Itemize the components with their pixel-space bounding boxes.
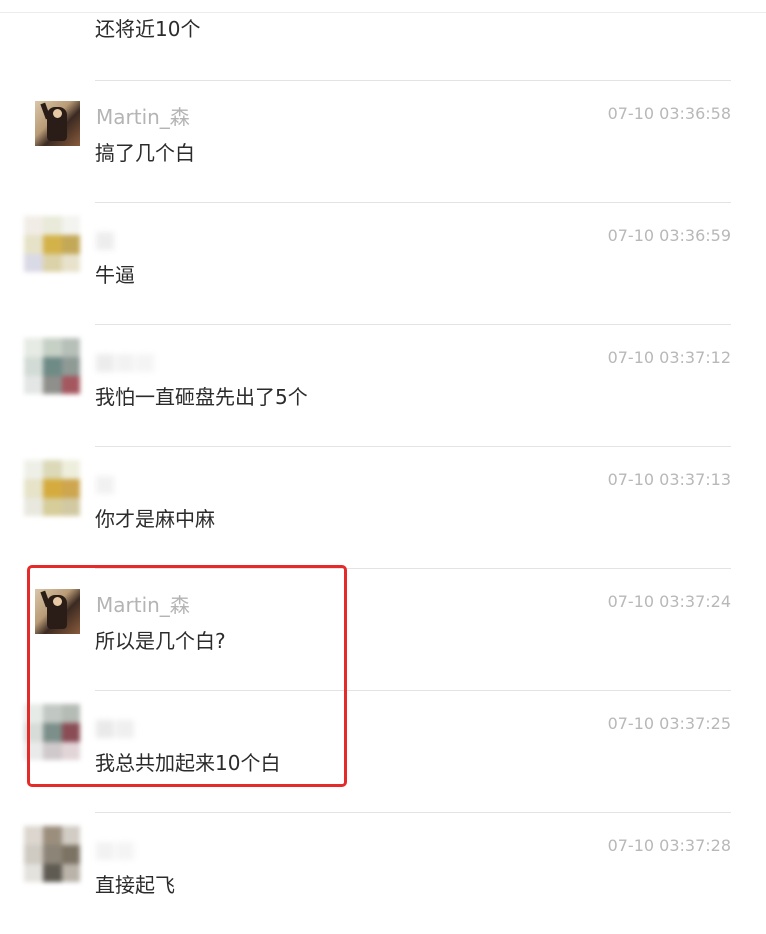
message-content: 你才是麻中麻 <box>95 507 215 531</box>
message-content: 直接起飞 <box>95 873 175 897</box>
user-avatar-blurred[interactable] <box>24 216 80 272</box>
user-avatar-blurred[interactable] <box>24 460 80 516</box>
user-avatar-blurred[interactable] <box>24 826 80 882</box>
comment-item: 07-10 03:36:59 牛逼 <box>0 202 766 324</box>
divider <box>95 446 731 447</box>
timestamp: 07-10 03:37:28 <box>607 836 731 855</box>
username-blurred[interactable] <box>96 476 116 496</box>
comment-item: 07-10 03:37:12 我怕一直砸盘先出了5个 <box>0 324 766 446</box>
comment-item: 07-10 03:37:28 直接起飞 <box>0 812 766 934</box>
username-blurred[interactable] <box>96 232 116 252</box>
timestamp: 07-10 03:37:25 <box>607 714 731 733</box>
top-divider <box>0 12 766 13</box>
message-content: 搞了几个白 <box>95 141 195 165</box>
timestamp: 07-10 03:37:13 <box>607 470 731 489</box>
timestamp: 07-10 03:36:59 <box>607 226 731 245</box>
comment-item: 07-10 03:37:13 你才是麻中麻 <box>0 446 766 568</box>
timestamp: 07-10 03:37:12 <box>607 348 731 367</box>
divider <box>95 80 731 81</box>
timestamp: 07-10 03:37:24 <box>607 592 731 611</box>
divider <box>95 812 731 813</box>
divider <box>95 324 731 325</box>
comment-item: Martin_森 07-10 03:36:58 搞了几个白 <box>0 80 766 202</box>
message-content: 还将近10个 <box>95 17 201 41</box>
message-content: 我怕一直砸盘先出了5个 <box>95 385 308 409</box>
username-blurred[interactable] <box>96 354 156 374</box>
divider <box>95 202 731 203</box>
timestamp: 07-10 03:36:58 <box>607 104 731 123</box>
username-blurred[interactable] <box>96 842 136 862</box>
message-content: 牛逼 <box>95 263 135 287</box>
highlight-box <box>27 565 347 787</box>
username[interactable]: Martin_森 <box>96 103 190 131</box>
user-avatar-blurred[interactable] <box>24 338 80 394</box>
user-avatar[interactable] <box>35 101 80 146</box>
